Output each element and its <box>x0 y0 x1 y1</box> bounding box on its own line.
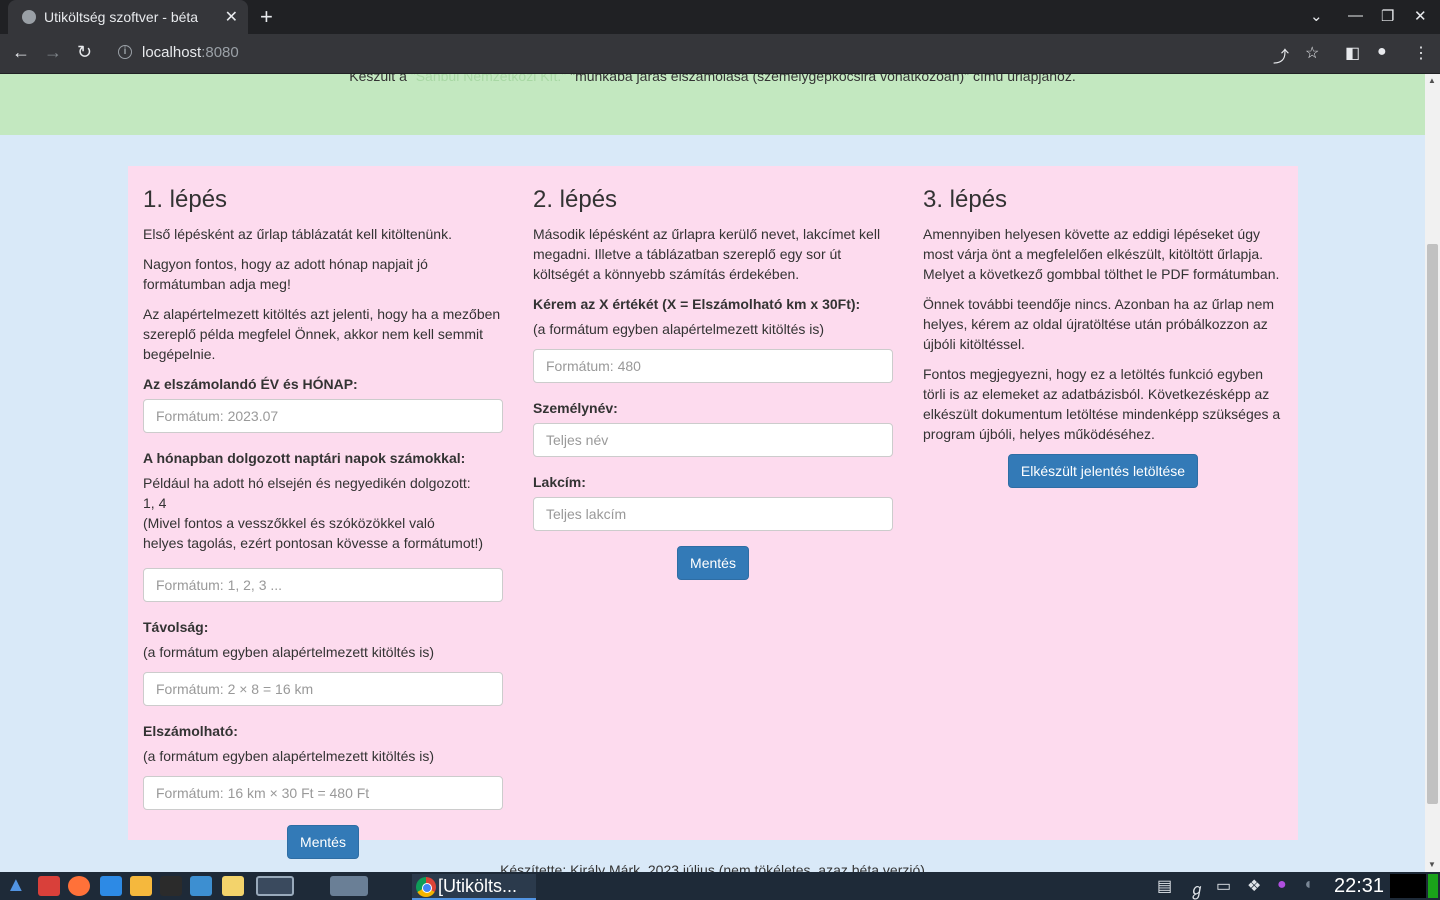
taskbar-task-label: [Utikölts... <box>438 876 518 896</box>
days-hint-3: (Mivel fontos a vesszőkkel és szóközökke… <box>143 515 435 531</box>
step3-title: 3. lépés <box>923 186 1008 213</box>
x-value-label: Kérem az X értékét (X = Elszámolható km … <box>533 296 861 312</box>
virtualbox-icon[interactable] <box>256 876 294 896</box>
volume-icon[interactable]: ◖ <box>1303 876 1313 894</box>
url-host: localhost <box>142 44 202 61</box>
header-text: Készült a "Sanbul Nemzetközi Kft." "munk… <box>0 74 1425 84</box>
page-scrollbar[interactable]: ▲ ▼ <box>1425 74 1440 872</box>
scroll-thumb[interactable] <box>1427 244 1438 804</box>
dropbox-icon[interactable]: ❖ <box>1247 876 1261 896</box>
close-tab-icon[interactable]: ✕ <box>225 7 238 27</box>
distance-input[interactable] <box>143 672 503 706</box>
flame-icon[interactable]: ● <box>1277 876 1287 894</box>
notes-icon[interactable] <box>222 876 244 896</box>
days-label: A hónapban dolgozott naptári napok számo… <box>143 450 466 466</box>
new-tab-button[interactable]: + <box>260 4 273 30</box>
reload-icon[interactable]: ↻ <box>77 42 92 63</box>
url-port: :8080 <box>201 44 239 61</box>
side-panel-icon[interactable]: ◧ <box>1345 43 1360 63</box>
display-icon[interactable]: ▭ <box>1216 876 1231 896</box>
distance-label: Távolság: <box>143 619 209 635</box>
step1-title: 1. lépés <box>143 186 228 213</box>
step3-p1: Amennyiben helyesen követte az eddigi lé… <box>923 226 1280 282</box>
distance-hint: (a formátum egyben alapértelmezett kitöl… <box>143 644 435 660</box>
days-hint: Például ha adott hó elsején és negyediké… <box>143 473 503 553</box>
header-suffix: "munkába járás elszámolása (személygépko… <box>570 74 1076 84</box>
header-prefix: Készült a <box>349 74 407 84</box>
days-input[interactable] <box>143 568 503 602</box>
chrome-icon <box>416 877 436 897</box>
billable-label: Elszámolható: <box>143 723 238 739</box>
minimize-button[interactable]: — <box>1348 7 1363 24</box>
step1-column: 1. lépés Első lépésként az űrlap tábláza… <box>143 166 503 859</box>
restore-button[interactable]: ❐ <box>1381 7 1394 25</box>
text-editor-icon[interactable] <box>190 876 212 896</box>
start-menu-icon[interactable]: ▲ <box>6 874 28 896</box>
steps-panel: 1. lépés Első lépésként az űrlap tábláza… <box>128 166 1298 859</box>
step2-save-button[interactable]: Mentés <box>677 546 749 580</box>
globe-icon <box>22 10 36 24</box>
cpu-graph-bar <box>1428 874 1438 898</box>
days-hint-2: 1, 4 <box>143 495 167 511</box>
mail-icon[interactable] <box>130 876 152 896</box>
header-link[interactable]: "Sanbul Nemzetközi Kft." <box>411 74 566 84</box>
step1-p2: Nagyon fontos, hogy az adott hónap napja… <box>143 256 428 292</box>
step3-actions: Elkészült jelentés letöltése <box>923 454 1283 488</box>
close-window-button[interactable]: ✕ <box>1414 7 1427 25</box>
site-info-icon[interactable]: i <box>118 45 132 59</box>
page-viewport: Készült a "Sanbul Nemzetközi Kft." "munk… <box>0 74 1425 872</box>
taskbar-task-chrome[interactable]: [Utikölts... <box>412 874 536 900</box>
step1-save-button[interactable]: Mentés <box>287 825 359 859</box>
billable-hint: (a formátum egyben alapértelmezett kitöl… <box>143 748 435 764</box>
chrome-launcher-icon[interactable] <box>330 876 368 896</box>
tab-search-icon[interactable]: ⌄ <box>1310 7 1323 25</box>
step2-p1: Második lépésként az űrlapra kerülő neve… <box>533 226 881 282</box>
menu-kebab-icon[interactable]: ⋮ <box>1413 43 1429 63</box>
x-value-input[interactable] <box>533 349 893 383</box>
terminal-icon[interactable] <box>160 876 182 896</box>
scroll-up-icon[interactable]: ▲ <box>1428 76 1436 85</box>
step1-p1: Első lépésként az űrlap táblázatát kell … <box>143 226 452 242</box>
scroll-down-icon[interactable]: ▼ <box>1428 860 1436 869</box>
step3-p3: Fontos megjegyezni, hogy ez a letöltés f… <box>923 366 1281 442</box>
cpu-graph <box>1390 874 1426 898</box>
browser-tabbar: Utiköltség szoftver - béta ✕ + ⌄ — ❐ ✕ <box>0 0 1440 34</box>
firefox-icon[interactable] <box>68 876 90 896</box>
x-value-hint: (a formátum egyben alapértelmezett kitöl… <box>533 321 825 337</box>
profile-icon[interactable]: ● <box>1377 43 1387 61</box>
year-month-input[interactable] <box>143 399 503 433</box>
days-hint-4: helyes tagolás, ezért pontosan kövesse a… <box>143 535 484 551</box>
step2-title: 2. lépés <box>533 186 618 213</box>
days-hint-1: Például ha adott hó elsején és negyediké… <box>143 475 471 491</box>
name-input[interactable] <box>533 423 893 457</box>
step2-actions: Mentés <box>533 546 893 580</box>
forward-arrow-icon[interactable]: → <box>44 42 62 63</box>
tab-title: Utiköltség szoftver - béta <box>44 9 199 25</box>
back-arrow-icon[interactable]: ← <box>12 42 30 63</box>
header-banner: Készült a "Sanbul Nemzetközi Kft." "munk… <box>0 74 1425 135</box>
address-label: Lakcím: <box>533 474 586 490</box>
browser-tab-active[interactable]: Utiköltség szoftver - béta ✕ <box>8 0 248 34</box>
download-icon[interactable] <box>100 876 122 896</box>
step3-p2: Önnek további teendője nincs. Azonban ha… <box>923 296 1275 352</box>
browser-toolbar: ← → ↻ i localhost:8080 ⤴ ☆ ◧ ● ⋮ <box>0 34 1440 74</box>
file-manager-icon[interactable] <box>38 876 60 896</box>
footer-credit: Készítette: Király Márk, 2023 július (ne… <box>500 862 925 872</box>
bookmark-star-icon[interactable]: ☆ <box>1305 43 1319 63</box>
address-input[interactable] <box>533 497 893 531</box>
taskbar-clock[interactable]: 22:31 <box>1334 875 1384 898</box>
step2-column: 2. lépés Második lépésként az űrlapra ke… <box>533 166 893 580</box>
name-label: Személynév: <box>533 400 618 416</box>
share-icon[interactable]: ⤴ <box>1273 43 1289 67</box>
billable-input[interactable] <box>143 776 503 810</box>
year-month-label: Az elszámolandó ÉV és HÓNAP: <box>143 376 358 392</box>
download-report-button[interactable]: Elkészült jelentés letöltése <box>1007 454 1199 488</box>
step1-p3: Az alapértelmezett kitöltés azt jelenti,… <box>143 306 501 362</box>
feather-icon[interactable]: ℊ <box>1189 876 1205 900</box>
step3-column: 3. lépés Amennyiben helyesen követte az … <box>923 166 1283 488</box>
workspace-icon[interactable]: ▤ <box>1157 876 1172 896</box>
step1-actions: Mentés <box>143 825 503 859</box>
address-field[interactable]: localhost:8080 <box>142 44 239 61</box>
desktop-taskbar: ▲ [Utikölts... ▤ ℊ ▭ ❖ ● ◖ 22:31 <box>0 872 1440 900</box>
